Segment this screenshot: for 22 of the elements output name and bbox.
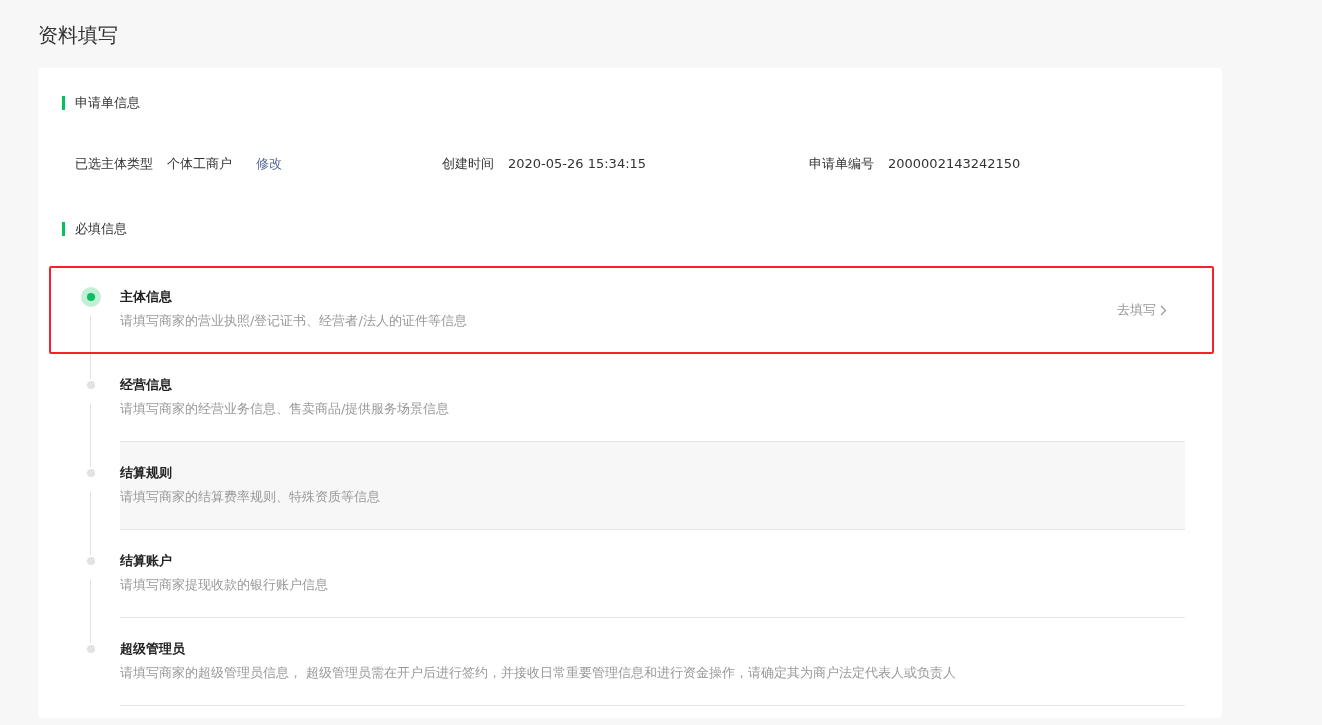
step-description: 请填写商家的结算费率规则、特殊资质等信息 — [120, 487, 381, 506]
field-value: 个体工商户 — [167, 155, 232, 173]
step-title: 主体信息 — [120, 287, 173, 306]
field-label: 申请单编号 — [809, 155, 874, 173]
step-title: 结算账户 — [120, 551, 173, 570]
step-description: 请填写商家的经营业务信息、售卖商品/提供服务场景信息 — [120, 399, 451, 418]
section-heading: 申请单信息 — [62, 96, 1185, 110]
step-description: 请填写商家的超级管理员信息， 超级管理员需在开户后进行签约，并接收日常重要管理信息和进行资金操作，请确定其为商户法定代表人或负责人 — [120, 663, 958, 682]
field-label: 创建时间 — [442, 155, 494, 173]
section-heading: 必填信息 — [62, 221, 1185, 236]
fill-in-link[interactable]: 去填写 — [1117, 300, 1167, 320]
step-description: 请填写商家的营业执照/登记证书、经营者/法人的证件等信息 — [120, 311, 468, 330]
step-title: 超级管理员 — [120, 639, 186, 658]
step-title: 经营信息 — [120, 375, 173, 394]
step-description: 请填写商家提现收款的银行账户信息 — [120, 575, 329, 594]
edit-link[interactable]: 修改 — [256, 154, 282, 174]
page-title: 资料填写 — [38, 22, 119, 48]
field-value: 2000002143242150 — [888, 155, 1021, 173]
step-title: 结算规则 — [120, 463, 173, 482]
field-label: 已选主体类型 — [75, 155, 153, 173]
chevron-right-icon — [1160, 304, 1167, 316]
field-value: 2020-05-26 15:34:15 — [508, 155, 647, 173]
